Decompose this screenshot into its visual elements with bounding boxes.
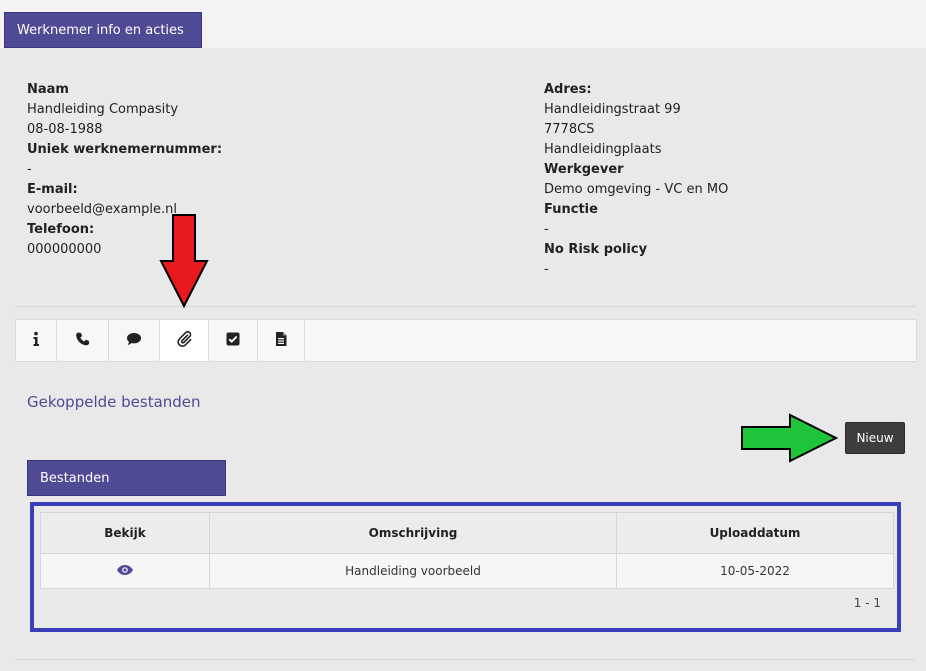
- value-no-risk-policy: -: [544, 262, 549, 277]
- label-no-risk-policy: No Risk policy: [544, 242, 648, 257]
- document-icon: [273, 331, 289, 351]
- info-icon: [28, 331, 44, 351]
- tab-bestanden[interactable]: Bestanden: [27, 460, 226, 496]
- bottom-divider: [15, 659, 916, 660]
- employee-info-right: Adres: Handleidingstraat 99 7778CS Handl…: [544, 80, 728, 280]
- documents-tab-button[interactable]: [258, 320, 305, 361]
- label-adres: Adres:: [544, 82, 592, 97]
- tab-werknemer-info[interactable]: Werknemer info en acties: [4, 12, 202, 48]
- column-header-bekijk[interactable]: Bekijk: [40, 512, 210, 554]
- view-cell: [40, 553, 210, 589]
- description-cell: Handleiding voorbeeld: [209, 553, 617, 589]
- value-straat: Handleidingstraat 99: [544, 102, 681, 117]
- label-werknemernummer: Uniek werknemernummer:: [27, 142, 223, 157]
- phone-icon: [75, 331, 91, 351]
- files-table-frame: Bekijk Omschrijving Uploaddatum Handleid…: [30, 502, 901, 632]
- tasks-tab-button[interactable]: [209, 320, 258, 361]
- value-functie: -: [544, 222, 549, 237]
- value-postcode: 7778CS: [544, 122, 595, 137]
- value-geboortedatum: 08-08-1988: [27, 122, 103, 137]
- eye-icon[interactable]: [116, 564, 134, 579]
- column-header-uploaddatum[interactable]: Uploaddatum: [616, 512, 894, 554]
- red-annotation-arrow-icon: [159, 214, 209, 309]
- info-tab-button[interactable]: [16, 320, 57, 361]
- phone-tab-button[interactable]: [57, 320, 109, 361]
- column-header-omschrijving[interactable]: Omschrijving: [209, 512, 617, 554]
- label-werkgever: Werkgever: [544, 162, 624, 177]
- checkbox-icon: [225, 331, 241, 351]
- files-table: Bekijk Omschrijving Uploaddatum Handleid…: [40, 512, 894, 589]
- value-plaats: Handleidingplaats: [544, 142, 662, 157]
- pagination-info: 1 - 1: [853, 596, 881, 610]
- section-title-gekoppelde-bestanden: Gekoppelde bestanden: [27, 393, 201, 411]
- divider: [15, 306, 916, 307]
- value-werknemernummer: -: [27, 162, 32, 177]
- comments-tab-button[interactable]: [109, 320, 160, 361]
- action-toolbar: [15, 319, 917, 362]
- table-header-row: Bekijk Omschrijving Uploaddatum: [40, 512, 894, 554]
- green-annotation-arrow-icon: [741, 413, 839, 463]
- label-naam: Naam: [27, 82, 69, 97]
- new-file-button[interactable]: Nieuw: [845, 422, 905, 454]
- attachments-tab-button[interactable]: [160, 320, 209, 361]
- value-werkgever: Demo omgeving - VC en MO: [544, 182, 729, 197]
- comment-icon: [126, 331, 142, 351]
- label-email: E-mail:: [27, 182, 78, 197]
- upload-date-cell: 10-05-2022: [616, 553, 894, 589]
- table-row: Handleiding voorbeeld 10-05-2022: [40, 553, 894, 589]
- paperclip-icon: [176, 330, 192, 351]
- value-naam: Handleiding Compasity: [27, 102, 179, 117]
- label-functie: Functie: [544, 202, 598, 217]
